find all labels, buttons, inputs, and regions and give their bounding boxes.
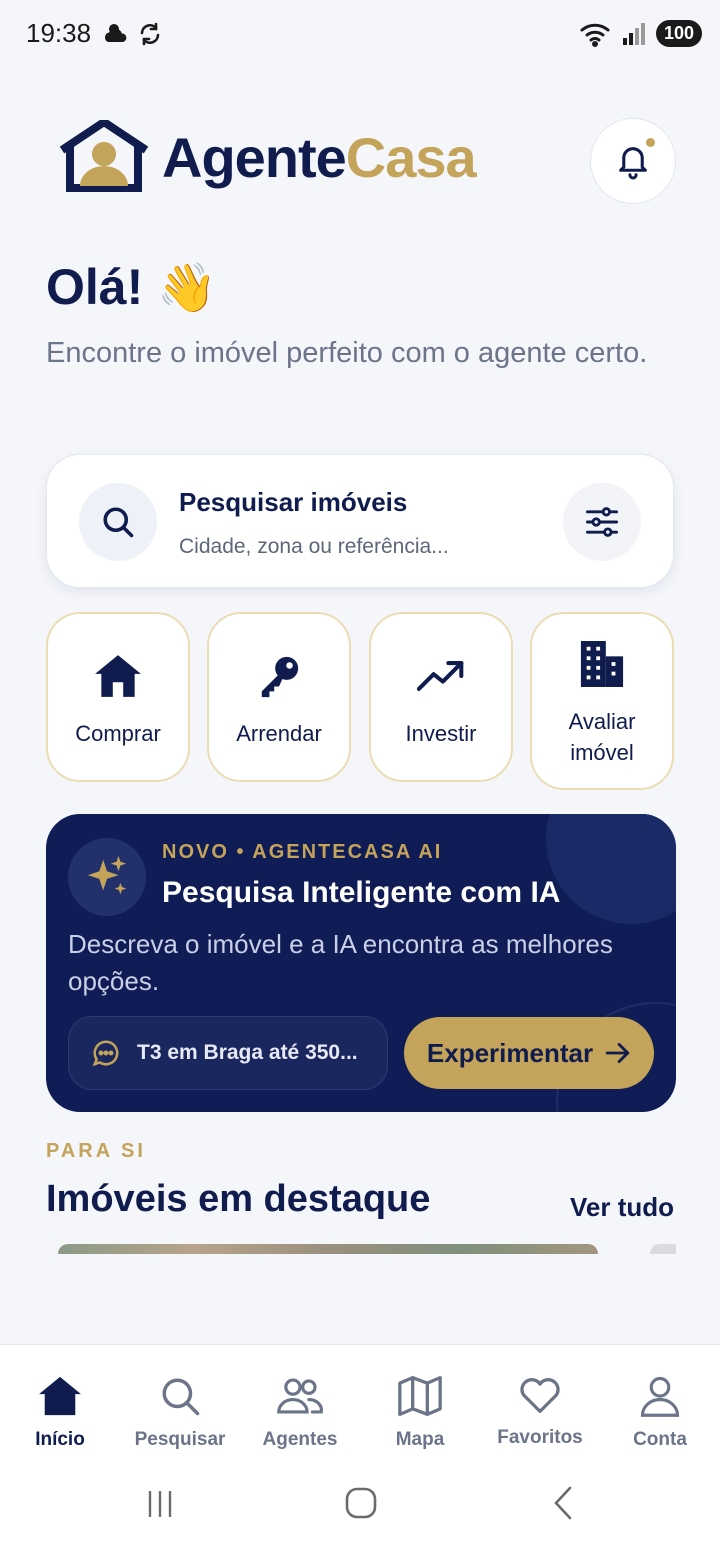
ai-description: Descreva o imóvel e a IA encontra as mel… — [68, 929, 613, 996]
action-arrendar[interactable]: Arrendar — [207, 612, 351, 782]
featured-title: Imóveis em destaque — [46, 1178, 431, 1220]
try-ai-button[interactable]: Experimentar — [404, 1017, 654, 1089]
ai-kicker: NOVO • AGENTECASA AI — [162, 841, 443, 863]
ai-title: Pesquisa Inteligente com IA — [162, 876, 561, 909]
home-button-icon[interactable] — [344, 1486, 378, 1520]
battery-indicator: 100 — [655, 20, 702, 47]
brand-name-part1: Agente — [162, 125, 347, 189]
building-icon — [580, 641, 624, 687]
sliders-icon — [585, 507, 618, 537]
nav-label: Pesquisar — [134, 1429, 226, 1450]
featured-kicker: PARA SI — [46, 1140, 146, 1162]
ai-search-card: NOVO • AGENTECASA AI Pesquisa Inteligent… — [46, 814, 676, 1112]
nav-item-mapa[interactable]: Mapa — [360, 1375, 480, 1451]
home-icon — [39, 1376, 81, 1416]
featured-property-card-next[interactable] — [650, 1244, 676, 1254]
brand-name-part2: Casa — [345, 125, 477, 189]
nav-label: Favoritos — [497, 1427, 583, 1448]
heart-icon — [520, 1378, 560, 1413]
house-icon — [95, 655, 141, 697]
chat-bubble-icon — [92, 1040, 119, 1067]
users-icon — [277, 1378, 323, 1414]
user-icon — [640, 1376, 680, 1417]
nav-item-inicio[interactable]: Início — [0, 1375, 120, 1451]
action-label: Investir — [405, 721, 477, 746]
ai-prompt-example[interactable]: T3 em Braga até 350... — [68, 1016, 388, 1090]
brand-logo: AgenteCasa — [58, 120, 477, 194]
action-avaliar-imovel[interactable]: Avaliar imóvel — [530, 612, 674, 790]
action-investir[interactable]: Investir — [369, 612, 513, 782]
nav-label: Agentes — [262, 1429, 338, 1450]
greeting-heading: Olá! 👋 — [46, 258, 217, 316]
waving-hand-emoji: 👋 — [157, 261, 218, 315]
sparkles-icon — [87, 855, 127, 895]
search-placeholder: Cidade, zona ou referência... — [179, 535, 449, 558]
status-time: 19:38 — [26, 18, 92, 48]
weather-cloud-icon — [104, 24, 127, 42]
search-bar[interactable]: Pesquisar imóveis Cidade, zona ou referê… — [46, 454, 674, 588]
ai-prompt-text: T3 em Braga até 350... — [137, 1041, 358, 1064]
nav-label: Início — [35, 1429, 85, 1450]
action-label: Comprar — [75, 721, 161, 746]
decorative-circle — [546, 814, 676, 924]
recent-apps-icon[interactable] — [144, 1488, 176, 1520]
search-icon — [103, 507, 134, 538]
action-comprar[interactable]: Comprar — [46, 612, 190, 782]
signal-icon — [622, 22, 645, 45]
key-icon — [261, 656, 299, 698]
arrow-right-icon — [605, 1042, 630, 1064]
greeting-subtitle: Encontre o imóvel perfeito com o agente … — [46, 337, 648, 369]
house-person-logo-icon — [59, 120, 149, 192]
search-title: Pesquisar imóveis — [179, 487, 408, 517]
action-label: Arrendar — [236, 721, 322, 746]
status-bar: 19:38 100 — [0, 0, 720, 72]
see-all-link[interactable]: Ver tudo — [570, 1192, 674, 1223]
nav-item-favoritos[interactable]: Favoritos — [480, 1375, 600, 1449]
brand-name: AgenteCasa — [162, 125, 477, 190]
nav-item-pesquisar[interactable]: Pesquisar — [120, 1375, 240, 1451]
trending-up-icon — [417, 661, 464, 691]
wifi-icon — [580, 23, 610, 47]
greeting-title: Olá! — [46, 259, 144, 315]
map-icon — [398, 1376, 442, 1416]
nav-item-conta[interactable]: Conta — [600, 1375, 720, 1451]
search-icon — [162, 1378, 200, 1416]
try-ai-label: Experimentar — [426, 1037, 594, 1068]
nav-label: Conta — [633, 1429, 687, 1450]
sync-icon — [140, 22, 160, 46]
ai-badge — [68, 838, 146, 916]
nav-item-agentes[interactable]: Agentes — [240, 1375, 360, 1451]
action-label: Avaliar imóvel — [568, 709, 636, 765]
quick-actions: Comprar Arrendar Investir Avaliar imóvel — [46, 612, 676, 792]
bottom-navigation: Início Pesquisar Agentes Mapa Favoritos … — [0, 1344, 720, 1474]
featured-property-card[interactable] — [58, 1244, 598, 1254]
nav-label: Mapa — [395, 1429, 445, 1450]
notification-dot — [646, 138, 655, 147]
bell-icon — [619, 147, 647, 180]
filters-button[interactable] — [563, 483, 641, 561]
back-icon[interactable] — [548, 1486, 578, 1520]
search-button[interactable] — [79, 483, 157, 561]
notifications-button[interactable] — [590, 118, 676, 204]
system-navigation-bar — [0, 1474, 720, 1543]
